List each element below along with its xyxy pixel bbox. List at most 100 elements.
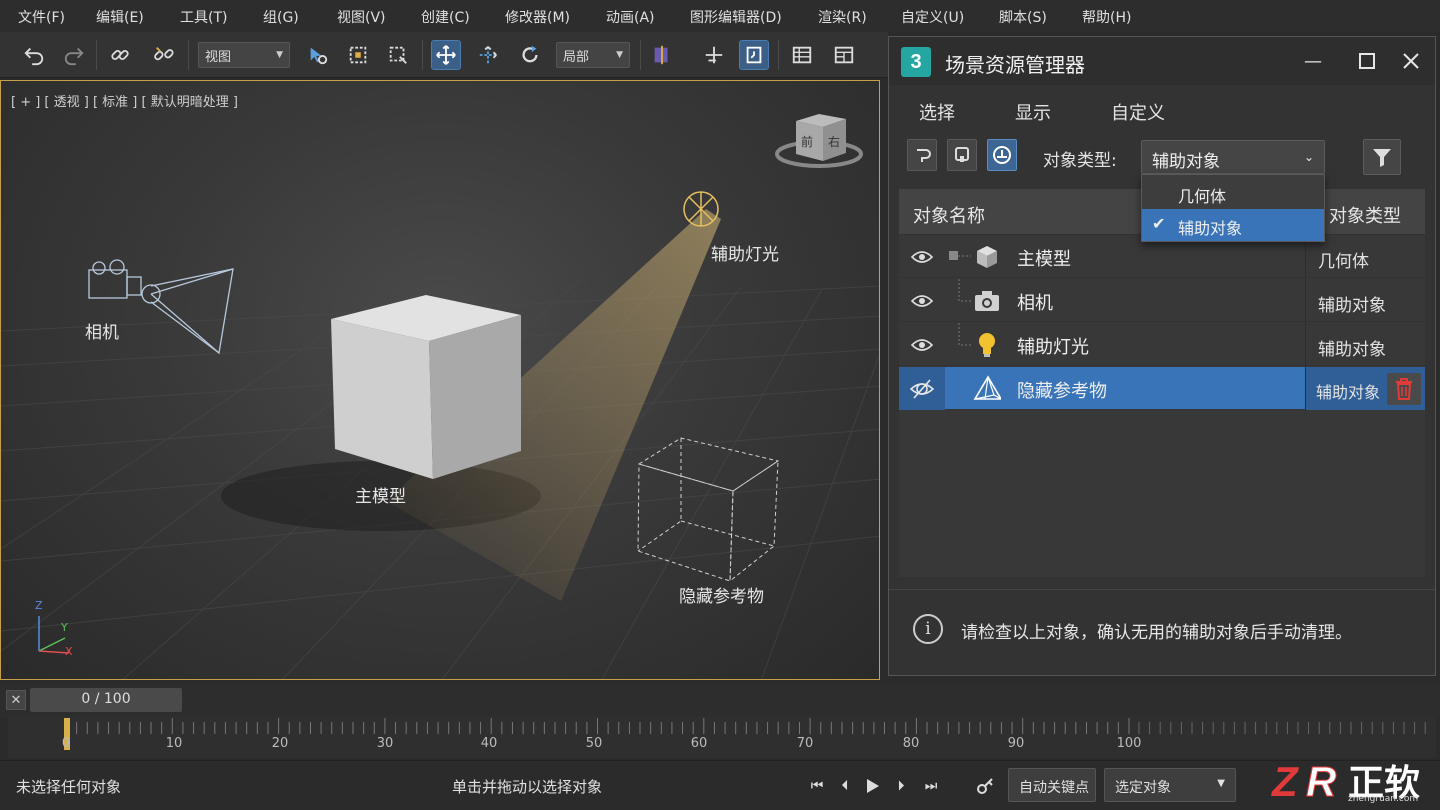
minimize-icon[interactable]: — (1301, 49, 1325, 73)
time-slider[interactable]: 0 / 100 (30, 688, 182, 712)
menu-graph-editors[interactable]: 图形编辑器(D) (690, 7, 782, 27)
row-name: 主模型 (1017, 249, 1071, 270)
info-text: 请检查以上对象，确认无用的辅助对象后手动清理。 (961, 623, 1352, 643)
status-bar: 未选择任何对象 单击并拖动以选择对象 ⏮ ⏴ ⏵ ⏭ 自动关键点 选定对象 ▼ (0, 760, 1440, 810)
scale-icon[interactable] (474, 41, 502, 69)
row-type: 辅助对象 (1305, 323, 1425, 366)
menu-edit[interactable]: 编辑(E) (96, 7, 144, 27)
play-icon[interactable] (860, 773, 886, 799)
maximize-icon[interactable] (1355, 49, 1379, 73)
menu-help[interactable]: 帮助(H) (1082, 7, 1131, 27)
viewcube-right-label[interactable]: 右 (828, 133, 840, 150)
chevron-down-icon: ▼ (1217, 778, 1225, 789)
menu-views[interactable]: 视图(V) (337, 7, 386, 27)
timeline-track[interactable]: 0 10 20 30 40 50 60 70 80 90 100 (8, 716, 1436, 758)
menu-rendering[interactable]: 渲染(R) (818, 7, 867, 27)
mirror-icon[interactable] (648, 41, 676, 69)
menu-file[interactable]: 文件(F) (18, 7, 65, 27)
close-icon[interactable] (1399, 49, 1423, 73)
redo-icon[interactable] (60, 41, 88, 69)
snap-icon[interactable] (700, 41, 728, 69)
window-crossing-icon[interactable] (384, 41, 412, 69)
svg-text:R: R (1306, 758, 1337, 805)
scene-explorer-icon[interactable] (830, 41, 858, 69)
next-frame-icon[interactable]: ⏵ (888, 773, 914, 799)
reference-coord-label: 局部 (563, 49, 590, 65)
close-icon[interactable]: ✕ (6, 690, 26, 710)
unlink-icon[interactable] (150, 41, 178, 69)
tick-label: 10 (165, 736, 183, 751)
camera-label: 相机 (85, 323, 119, 343)
app-logo: 3 (901, 47, 931, 77)
axis-z-label: Z (35, 599, 43, 612)
layer-manager-icon[interactable] (788, 41, 816, 69)
perspective-viewport[interactable]: [ + ] [ 透视 ] [ 标准 ] [ 默认明暗处理 ] 前 右 Z Y X… (0, 80, 880, 680)
panel-menu-display[interactable]: 显示 (1015, 99, 1051, 125)
prompt-text: 单击并拖动以选择对象 (452, 778, 603, 796)
column-type-header[interactable]: 对象类型 (1329, 202, 1401, 228)
select-object-icon[interactable] (304, 41, 332, 69)
light-helper-icon (683, 191, 719, 227)
sort-toggle-icon[interactable] (907, 139, 937, 171)
row-name: 相机 (1017, 293, 1053, 314)
view-filter-dropdown[interactable]: 视图 ▼ (198, 42, 290, 68)
tick-label: 80 (902, 736, 920, 751)
row-type: 辅助对象 (1305, 279, 1425, 322)
visibility-eye-icon[interactable] (899, 279, 945, 322)
tick-label: 0 (61, 736, 71, 751)
axis-y-label: Y (61, 621, 68, 634)
panel-menu-customize[interactable]: 自定义 (1111, 99, 1165, 125)
menu-modifiers[interactable]: 修改器(M) (505, 7, 570, 27)
filter-button[interactable] (1363, 139, 1401, 175)
table-row[interactable]: 相机 辅助对象 (899, 279, 1425, 322)
lightbulb-icon (973, 331, 1001, 359)
viewport-label[interactable]: [ + ] [ 透视 ] [ 标准 ] [ 默认明暗处理 ] (11, 91, 238, 110)
panel-menu-select[interactable]: 选择 (919, 99, 955, 125)
link-icon[interactable] (106, 41, 134, 69)
menu-tools[interactable]: 工具(T) (180, 7, 227, 27)
panel-titlebar[interactable]: 3 场景资源管理器 — (889, 37, 1435, 85)
previous-frame-icon[interactable]: ⏴ (832, 773, 858, 799)
object-type-value: 辅助对象 (1152, 152, 1220, 172)
menu-animation[interactable]: 动画(A) (606, 7, 655, 27)
object-type-dropdown: 几何体 ✔ 辅助对象 (1141, 174, 1325, 242)
rotate-icon[interactable] (516, 41, 544, 69)
reference-coord-dropdown[interactable]: 局部 ▼ (556, 42, 630, 68)
dropdown-option-helpers[interactable]: ✔ 辅助对象 (1142, 209, 1324, 241)
table-row[interactable]: 辅助灯光 辅助对象 (899, 323, 1425, 366)
auto-key-button[interactable]: 自动关键点 (1008, 768, 1096, 802)
select-region-icon[interactable] (344, 41, 372, 69)
key-filter-dropdown[interactable]: 选定对象 ▼ (1104, 768, 1236, 802)
go-to-start-icon[interactable]: ⏮ (804, 773, 830, 799)
axis-x-label: X (65, 645, 73, 658)
viewcube-front-label[interactable]: 前 (801, 133, 813, 150)
option-label: 几何体 (1178, 187, 1227, 206)
tick-label: 20 (271, 736, 289, 751)
timeline-ticks (65, 718, 1426, 734)
menu-create[interactable]: 创建(C) (421, 7, 470, 27)
visibility-hidden-icon[interactable] (899, 367, 945, 410)
helpers-filter-icon[interactable] (987, 139, 1017, 171)
move-icon[interactable] (431, 40, 461, 70)
menu-customize[interactable]: 自定义(U) (901, 7, 964, 27)
watermark-url: zhengruan.com (1348, 794, 1419, 804)
column-name-header[interactable]: 对象名称 (913, 202, 985, 228)
key-icon[interactable] (972, 773, 998, 799)
go-to-end-icon[interactable]: ⏭ (918, 773, 944, 799)
snap-toggle-icon[interactable] (739, 40, 769, 70)
table-row-selected[interactable]: 隐藏参考物 辅助对象 (899, 367, 1425, 410)
time-slider-bar: ✕ 0 / 100 (0, 684, 1440, 718)
visibility-eye-icon[interactable] (899, 235, 945, 278)
delete-button[interactable] (1387, 373, 1421, 405)
dropdown-option-geometry[interactable]: 几何体 (1142, 177, 1324, 209)
box-icon (973, 243, 1001, 271)
menu-group[interactable]: 组(G) (263, 7, 299, 27)
visibility-eye-icon[interactable] (899, 323, 945, 366)
undo-icon[interactable] (20, 41, 48, 69)
display-toggle-icon[interactable] (947, 139, 977, 171)
view-filter-label: 视图 (205, 49, 232, 65)
object-type-select[interactable]: 辅助对象 ⌄ (1141, 140, 1325, 174)
scene-explorer-panel: 3 场景资源管理器 — 选择 显示 自定义 对象类型: 辅助对象 ⌄ 对象名称 对… (888, 36, 1436, 676)
menu-scripting[interactable]: 脚本(S) (999, 7, 1047, 27)
tick-label: 30 (376, 736, 394, 751)
